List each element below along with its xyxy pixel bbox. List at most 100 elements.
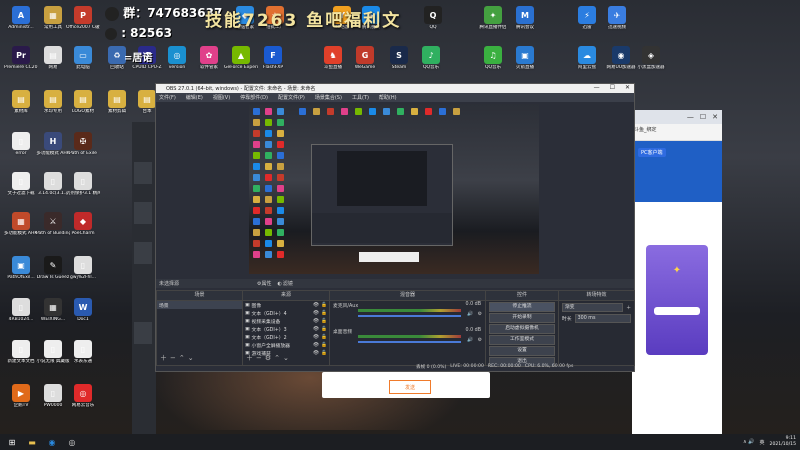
gear-icon[interactable]: ⚙: [478, 312, 482, 317]
desktop-icon[interactable]: F FlashFXP: [256, 46, 290, 71]
desktop-icon[interactable]: ▯ 4RB1024...: [4, 298, 38, 323]
lock-icon[interactable]: 🔓: [321, 311, 327, 316]
obs-control-button[interactable]: 停止推流: [489, 302, 555, 312]
obs-menu-item[interactable]: 场景集合(S): [315, 94, 342, 101]
tray-misc-icons[interactable]: ∧ 🔊: [743, 439, 754, 445]
desktop-icon[interactable]: ✈ 迅速视频: [600, 6, 634, 31]
obs-control-button[interactable]: 启动虚拟摄像机: [489, 324, 555, 334]
taskbar-clock[interactable]: 9:11 2021/10/15: [770, 436, 796, 448]
visibility-eye-icon[interactable]: 👁: [313, 319, 319, 324]
desktop-icon[interactable]: ▯ error: [4, 132, 38, 157]
gear-icon[interactable]: ⚙: [478, 338, 482, 343]
volume-slider[interactable]: [358, 341, 461, 343]
desktop-icon[interactable]: ▯ 药剂保护3.1 精简: [66, 172, 100, 197]
obs-menu-item[interactable]: 文件(F): [159, 94, 176, 101]
volume-slider[interactable]: [358, 315, 461, 317]
obs-menu-item[interactable]: 帮助(H): [379, 94, 397, 101]
desktop-icon[interactable]: ◎ 网易云音乐: [66, 384, 100, 409]
desktop-icon[interactable]: ▦ WEIXING...: [36, 298, 70, 323]
desktop-icon[interactable]: ▤ 网易: [36, 46, 70, 71]
windows-start-icon[interactable]: ⊞: [4, 435, 20, 449]
desktop-icon[interactable]: ◎ version: [160, 46, 194, 71]
desktop-icon[interactable]: Q QQ: [416, 6, 450, 31]
desktop-icon[interactable]: ✦ 腾讯直播伴侣: [476, 6, 510, 31]
desktop-icon[interactable]: ⚔ Path of Building: [36, 212, 70, 237]
desktop-icon[interactable]: POffice2007 C破T.PPT: [66, 6, 100, 31]
properties-button[interactable]: ⚙属性: [257, 280, 271, 287]
desktop-icon[interactable]: ▤ 水印专用: [36, 90, 70, 115]
sources-footer-controls[interactable]: ＋−⚙⌃⌄: [246, 353, 292, 363]
obs-maximize-icon[interactable]: ☐: [610, 84, 615, 91]
desktop-icon[interactable]: PrPremiere CC2019: [4, 46, 38, 71]
maximize-icon[interactable]: ☐: [700, 113, 706, 121]
desktop-icon[interactable]: ▶ 企鹅TV: [4, 384, 38, 409]
filters-button[interactable]: 滤镜: [283, 280, 293, 287]
source-item[interactable]: ▣ 文本（GDI+）3 👁 🔓: [243, 325, 329, 333]
obs-menu-item[interactable]: 编辑(E): [186, 94, 203, 101]
desktop-icon[interactable]: ☁ 阿里云盘: [570, 46, 604, 71]
obs-control-button[interactable]: 工作室模式: [489, 335, 555, 345]
desktop-icon[interactable]: S Steam: [382, 46, 416, 71]
source-item[interactable]: ▣ 视频采集设备 👁 🔓: [243, 317, 329, 325]
desktop-icon[interactable]: ▯ PW0000: [36, 384, 70, 409]
desktop-icon[interactable]: ▯ 水表东通: [66, 340, 100, 365]
scene-item[interactable]: 场景: [157, 301, 242, 309]
obs-menu-item[interactable]: 工具(T): [352, 94, 369, 101]
obs-preview-canvas[interactable]: [249, 104, 539, 274]
visibility-eye-icon[interactable]: 👁: [313, 343, 319, 348]
lock-icon[interactable]: 🔓: [321, 351, 327, 356]
desktop-icon[interactable]: ✿ 软件管家: [192, 46, 226, 71]
transition-add-icon[interactable]: ＋: [626, 304, 631, 311]
desktop-icon[interactable]: ▲GeForce Experience: [224, 46, 258, 71]
speaker-icon[interactable]: 🔊: [467, 338, 473, 343]
desktop-icon[interactable]: ▯ 新建文本文档: [4, 340, 38, 365]
lock-icon[interactable]: 🔓: [321, 343, 327, 348]
transition-type-select[interactable]: 渐变: [562, 303, 624, 312]
lock-icon[interactable]: 🔓: [321, 303, 327, 308]
visibility-eye-icon[interactable]: 👁: [313, 327, 319, 332]
source-item[interactable]: ▣ 文本（GDI+）4 👁 🔓: [243, 309, 329, 317]
obs-menu-item[interactable]: 视图(V): [213, 94, 230, 101]
desktop-icon[interactable]: ▦多功能模式 AHK2019...: [4, 212, 38, 237]
desktop-icon[interactable]: ◈ 小黑盒加速器: [634, 46, 668, 71]
visibility-eye-icon[interactable]: 👁: [313, 335, 319, 340]
desktop-icon[interactable]: ▭ 此电脑: [66, 46, 100, 71]
source-item[interactable]: ▣ 小窗户全屏播放器 👁 🔓: [243, 341, 329, 349]
speaker-icon[interactable]: 🔊: [467, 312, 473, 317]
visibility-eye-icon[interactable]: 👁: [313, 351, 319, 356]
browser-header-tab[interactable]: 斗鱼_绑定: [634, 127, 657, 133]
desktop-icon[interactable]: ▯ 小说无限 典藏版: [36, 340, 70, 365]
desktop-icon[interactable]: A Administr...: [4, 6, 38, 31]
desktop-icon[interactable]: ⚡ 迅雷: [570, 6, 604, 31]
folder-icon[interactable]: ▬: [24, 435, 40, 449]
desktop-icon[interactable]: ◉ 网易UU加速器: [604, 46, 638, 71]
desktop-icon[interactable]: ▯ 3.14.0c(3.1...: [36, 172, 70, 197]
desktop-icon[interactable]: ▣ 火箭直播: [508, 46, 542, 71]
obs-close-icon[interactable]: ✕: [625, 84, 630, 91]
desktop-icon[interactable]: G WeGame: [348, 46, 382, 71]
desktop-icon[interactable]: ▤ 素材库: [4, 90, 38, 115]
visibility-eye-icon[interactable]: 👁: [313, 303, 319, 308]
lock-icon[interactable]: 🔓: [321, 319, 327, 324]
visibility-eye-icon[interactable]: 👁: [313, 311, 319, 316]
duration-input[interactable]: 300 ms: [574, 314, 631, 323]
lock-icon[interactable]: 🔓: [321, 327, 327, 332]
desktop-icon[interactable]: ▣ PathOfExil...: [4, 256, 38, 281]
desktop-icon[interactable]: ◆ PoeCharm: [66, 212, 100, 237]
obs-menu-item[interactable]: 停靠部件(D): [240, 94, 268, 101]
lock-icon[interactable]: 🔓: [321, 335, 327, 340]
scenes-footer-controls[interactable]: ＋−⌃⌄: [160, 353, 197, 363]
desktop-icon[interactable]: ▤ 素材剪辑: [100, 90, 134, 115]
close-icon[interactable]: ✕: [712, 113, 718, 121]
desktop-icon[interactable]: ▦ 常用工具: [36, 6, 70, 31]
desktop-icon[interactable]: ▯ 文子过滤下载: [4, 172, 38, 197]
desktop-icon[interactable]: ♞ 斗鱼直播: [316, 46, 350, 71]
desktop-icon[interactable]: W Doc1: [66, 298, 100, 323]
ime-indicator[interactable]: 英: [760, 439, 765, 446]
source-item[interactable]: ▣ 文本（GDI+）2 👁 🔓: [243, 333, 329, 341]
promo-card[interactable]: ✦: [646, 245, 708, 355]
desktop-icon[interactable]: ✠ Path of Exile: [66, 132, 100, 157]
browser-icon[interactable]: ◉: [44, 435, 60, 449]
obs-taskbar-icon[interactable]: ◎: [64, 435, 80, 449]
desktop-icon[interactable]: ♪ QQ音乐: [414, 46, 448, 71]
